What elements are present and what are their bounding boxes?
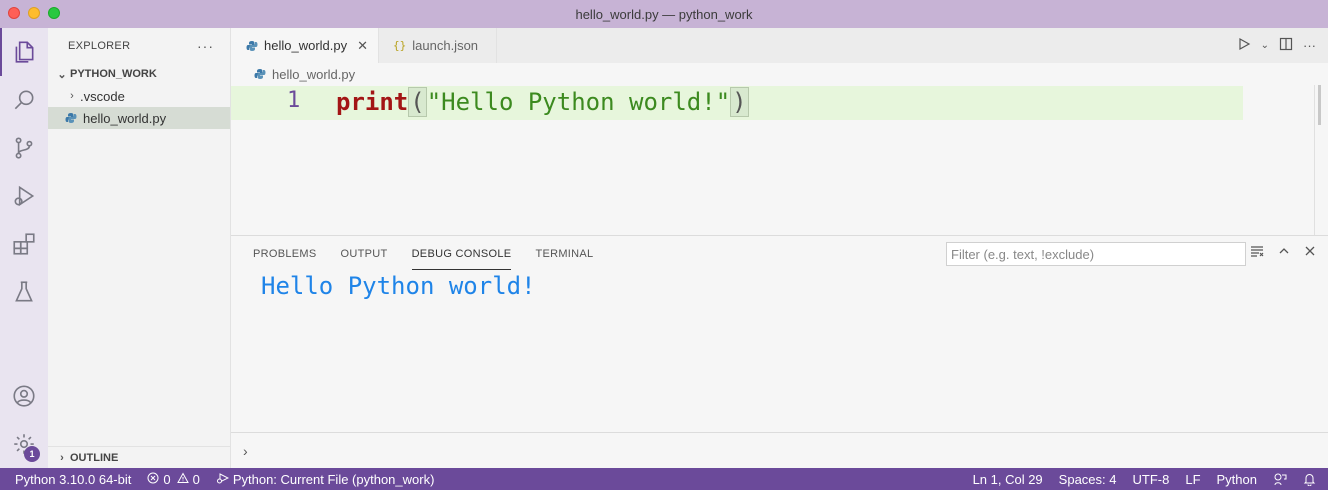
more-actions-icon[interactable]: ··· (197, 38, 214, 54)
python-file-icon (64, 111, 78, 125)
feedback-icon[interactable] (1265, 472, 1295, 486)
window-title: hello_world.py — python_work (575, 6, 753, 22)
bottom-panel: PROBLEMS OUTPUT DEBUG CONSOLE TERMINAL F… (231, 235, 1328, 468)
maximize-panel-icon[interactable] (1278, 244, 1290, 261)
console-output: Hello Python world! (261, 272, 536, 300)
debug-console-filter-input[interactable]: Filter (e.g. text, !exclude) (946, 242, 1246, 266)
more-actions-icon[interactable]: ··· (1303, 38, 1316, 53)
workspace-folder-label: PYTHON_WORK (70, 68, 157, 80)
tab-output[interactable]: OUTPUT (341, 236, 388, 272)
error-icon (147, 472, 159, 487)
status-bar: Python 3.10.0 64-bit 0 0 Python: Current… (0, 468, 1328, 490)
tab-debug-console[interactable]: DEBUG CONSOLE (411, 236, 512, 272)
chevron-right-icon: › (243, 442, 248, 459)
panel-actions (1250, 244, 1316, 261)
settings-badge: 1 (24, 446, 40, 462)
explorer-sidebar: EXPLORER ··· ⌄ PYTHON_WORK › .vscode hel… (48, 28, 231, 468)
maximize-window-button[interactable] (48, 7, 60, 19)
code-function: print (336, 88, 409, 116)
line-number: 1 (287, 88, 301, 113)
python-file-icon (245, 39, 259, 53)
chevron-right-icon: › (70, 90, 74, 102)
run-debug-icon[interactable] (0, 172, 48, 220)
tree-item-label: .vscode (80, 88, 125, 104)
explorer-header: EXPLORER ··· (48, 28, 230, 63)
code-paren-close: ) (730, 87, 749, 117)
breadcrumb: hello_world.py (231, 63, 1328, 85)
code-line[interactable]: print("Hello Python world!") (336, 87, 749, 117)
clear-console-icon[interactable] (1250, 244, 1264, 261)
account-icon[interactable] (0, 372, 48, 420)
minimize-window-button[interactable] (28, 7, 40, 19)
tree-item-label: hello_world.py (83, 110, 167, 126)
outline-section[interactable]: › OUTLINE (48, 446, 231, 468)
editor-area: hello_world.py ✕ {} launch.json ⌄ ··· he… (231, 28, 1328, 235)
editor-scrollbar[interactable] (1314, 85, 1328, 235)
extensions-icon[interactable] (0, 220, 48, 268)
code-string: "Hello Python world!" (426, 88, 731, 116)
editor-actions: ⌄ ··· (1237, 28, 1316, 63)
end-of-line[interactable]: LF (1177, 472, 1208, 487)
warning-count: 0 (192, 471, 200, 487)
json-file-icon: {} (393, 39, 407, 52)
breadcrumb-file[interactable]: hello_world.py (272, 67, 355, 82)
workspace-folder[interactable]: ⌄ PYTHON_WORK (48, 63, 230, 85)
tree-item-hello-world[interactable]: hello_world.py (48, 107, 230, 129)
search-icon[interactable] (0, 76, 48, 124)
run-file-icon[interactable] (1237, 37, 1251, 54)
source-control-icon[interactable] (0, 124, 48, 172)
tab-terminal[interactable]: TERMINAL (535, 236, 593, 272)
tab-label: hello_world.py (264, 38, 348, 53)
outline-label: OUTLINE (70, 451, 119, 464)
python-interpreter[interactable]: Python 3.10.0 64-bit (0, 472, 139, 487)
close-panel-icon[interactable] (1304, 244, 1316, 261)
debug-icon (216, 472, 229, 487)
chevron-right-icon: › (60, 451, 64, 464)
notifications-bell-icon[interactable] (1295, 472, 1328, 486)
indentation[interactable]: Spaces: 4 (1051, 472, 1125, 487)
status-right: Ln 1, Col 29 Spaces: 4 UTF-8 LF Python (965, 472, 1328, 487)
python-file-icon (253, 67, 267, 81)
code-paren-open: ( (408, 87, 427, 117)
settings-gear-icon[interactable]: 1 (0, 420, 48, 468)
problems-status[interactable]: 0 0 (139, 472, 207, 487)
close-window-button[interactable] (8, 7, 20, 19)
debug-console-input[interactable]: › (231, 432, 1328, 468)
title-bar: hello_world.py — python_work (0, 0, 1328, 28)
testing-icon[interactable] (0, 268, 48, 316)
explorer-icon[interactable] (0, 28, 48, 76)
explorer-title: EXPLORER (68, 39, 131, 52)
activity-bar: 1 (0, 28, 48, 468)
encoding[interactable]: UTF-8 (1125, 472, 1178, 487)
tab-label: launch.json (412, 38, 479, 53)
close-tab-icon[interactable]: ✕ (357, 38, 368, 54)
error-count: 0 (163, 471, 171, 487)
tab-hello-world[interactable]: hello_world.py ✕ (231, 28, 380, 63)
debug-configuration-label: Python: Current File (python_work) (232, 471, 435, 487)
window-controls (8, 7, 60, 19)
tab-launch-json[interactable]: {} launch.json (379, 28, 498, 63)
split-editor-icon[interactable] (1279, 37, 1293, 54)
debug-configuration[interactable]: Python: Current File (python_work) (208, 472, 443, 487)
cursor-position[interactable]: Ln 1, Col 29 (965, 472, 1051, 487)
chevron-down-icon[interactable]: ⌄ (1261, 40, 1269, 51)
editor-tabs: hello_world.py ✕ {} launch.json ⌄ ··· (231, 28, 1328, 63)
chevron-down-icon: ⌄ (57, 68, 67, 81)
tab-problems[interactable]: PROBLEMS (253, 236, 317, 272)
warning-icon (176, 471, 189, 487)
language-mode[interactable]: Python (1209, 472, 1265, 487)
tree-item-vscode[interactable]: › .vscode (48, 85, 230, 107)
